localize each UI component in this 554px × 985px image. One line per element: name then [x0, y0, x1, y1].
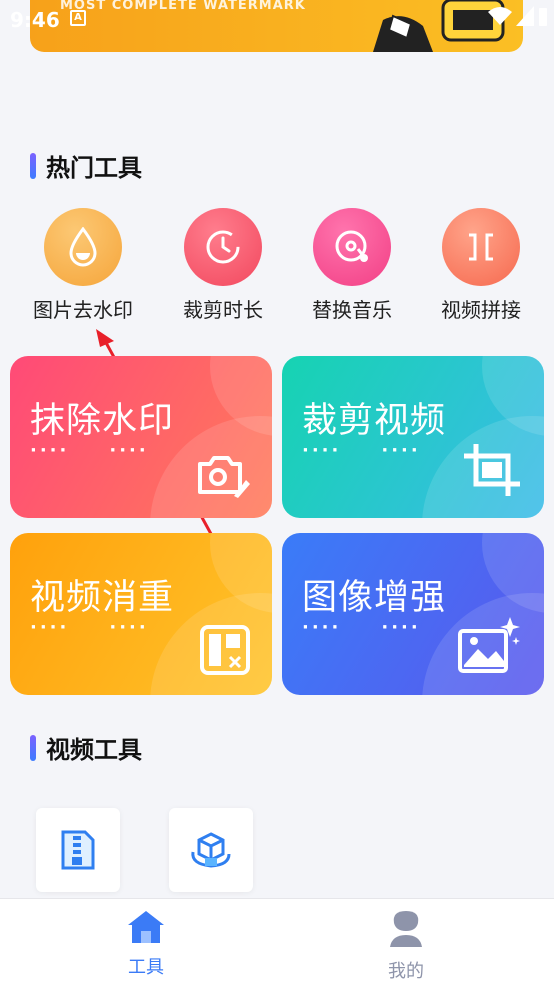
3d-box-rotate-icon — [191, 832, 231, 868]
card-dots: ···· ···· — [302, 440, 421, 461]
wifi-icon — [488, 7, 512, 25]
zip-file-icon — [61, 830, 95, 870]
nav-tab-mine[interactable]: 我的 — [346, 909, 466, 983]
hot-tool-circle — [313, 208, 391, 286]
card-image-enhance[interactable]: 图像增强 ···· ···· — [282, 533, 544, 695]
nav-tab-tools[interactable]: 工具 — [86, 909, 206, 979]
video-join-icon — [469, 233, 493, 261]
dedupe-icon — [200, 625, 250, 675]
nav-label: 我的 — [388, 961, 424, 982]
music-disc-icon — [335, 230, 368, 262]
timer-icon — [206, 230, 240, 264]
hot-tool-remove-watermark[interactable]: 图片去水印 — [23, 208, 143, 323]
hot-tool-circle — [44, 208, 122, 286]
camera-erase-icon — [198, 456, 250, 498]
hot-tools-title: 热门工具 — [46, 154, 142, 182]
status-time: 9:46 — [10, 8, 60, 32]
image-enhance-icon — [458, 617, 520, 673]
battery-icon — [539, 8, 547, 26]
nav-label: 工具 — [128, 957, 164, 978]
hot-tool-replace-music[interactable]: 替换音乐 — [292, 208, 412, 323]
hot-tool-label: 替换音乐 — [312, 298, 392, 322]
video-tool-3d-rotate[interactable] — [169, 808, 253, 892]
home-icon — [128, 911, 164, 943]
card-dots: ···· ···· — [302, 617, 421, 638]
hot-tool-circle — [442, 208, 520, 286]
status-icons — [488, 6, 548, 26]
card-crop-video[interactable]: 裁剪视频 ···· ···· — [282, 356, 544, 518]
status-bar: 9:46 A — [0, 0, 554, 40]
card-title: 抹除水印 — [30, 401, 175, 441]
card-dots: ···· ···· — [30, 617, 149, 638]
hot-tool-video-join[interactable]: 视频拼接 — [421, 208, 541, 323]
card-video-dedupe[interactable]: 视频消重 ···· ···· — [10, 533, 272, 695]
video-tools-title: 视频工具 — [46, 736, 142, 764]
user-icon — [390, 911, 422, 947]
video-tool-compress[interactable] — [36, 808, 120, 892]
crop-icon — [464, 444, 520, 496]
notification-icon: A — [70, 10, 86, 26]
hot-tool-label: 裁剪时长 — [183, 298, 263, 322]
card-title: 图像增强 — [302, 578, 447, 618]
hot-tools-header: 热门工具 — [30, 148, 142, 183]
section-accent-bar — [30, 152, 36, 179]
water-drop-icon — [69, 227, 97, 267]
hot-tool-trim-duration[interactable]: 裁剪时长 — [163, 208, 283, 323]
hot-tools-row: 图片去水印 裁剪时长 替换音乐 视频拼接 — [0, 208, 554, 328]
bottom-nav: 工具 我的 — [0, 898, 554, 985]
video-tools-header: 视频工具 — [30, 730, 142, 765]
section-accent-bar — [30, 734, 36, 761]
card-erase-watermark[interactable]: 抹除水印 ···· ···· — [10, 356, 272, 518]
hot-tool-label: 视频拼接 — [441, 298, 521, 322]
hot-tool-circle — [184, 208, 262, 286]
card-title: 视频消重 — [30, 578, 175, 618]
hot-tool-label: 图片去水印 — [33, 298, 133, 322]
card-title: 裁剪视频 — [302, 401, 447, 441]
card-dots: ···· ···· — [30, 440, 149, 461]
signal-icon — [516, 6, 534, 26]
